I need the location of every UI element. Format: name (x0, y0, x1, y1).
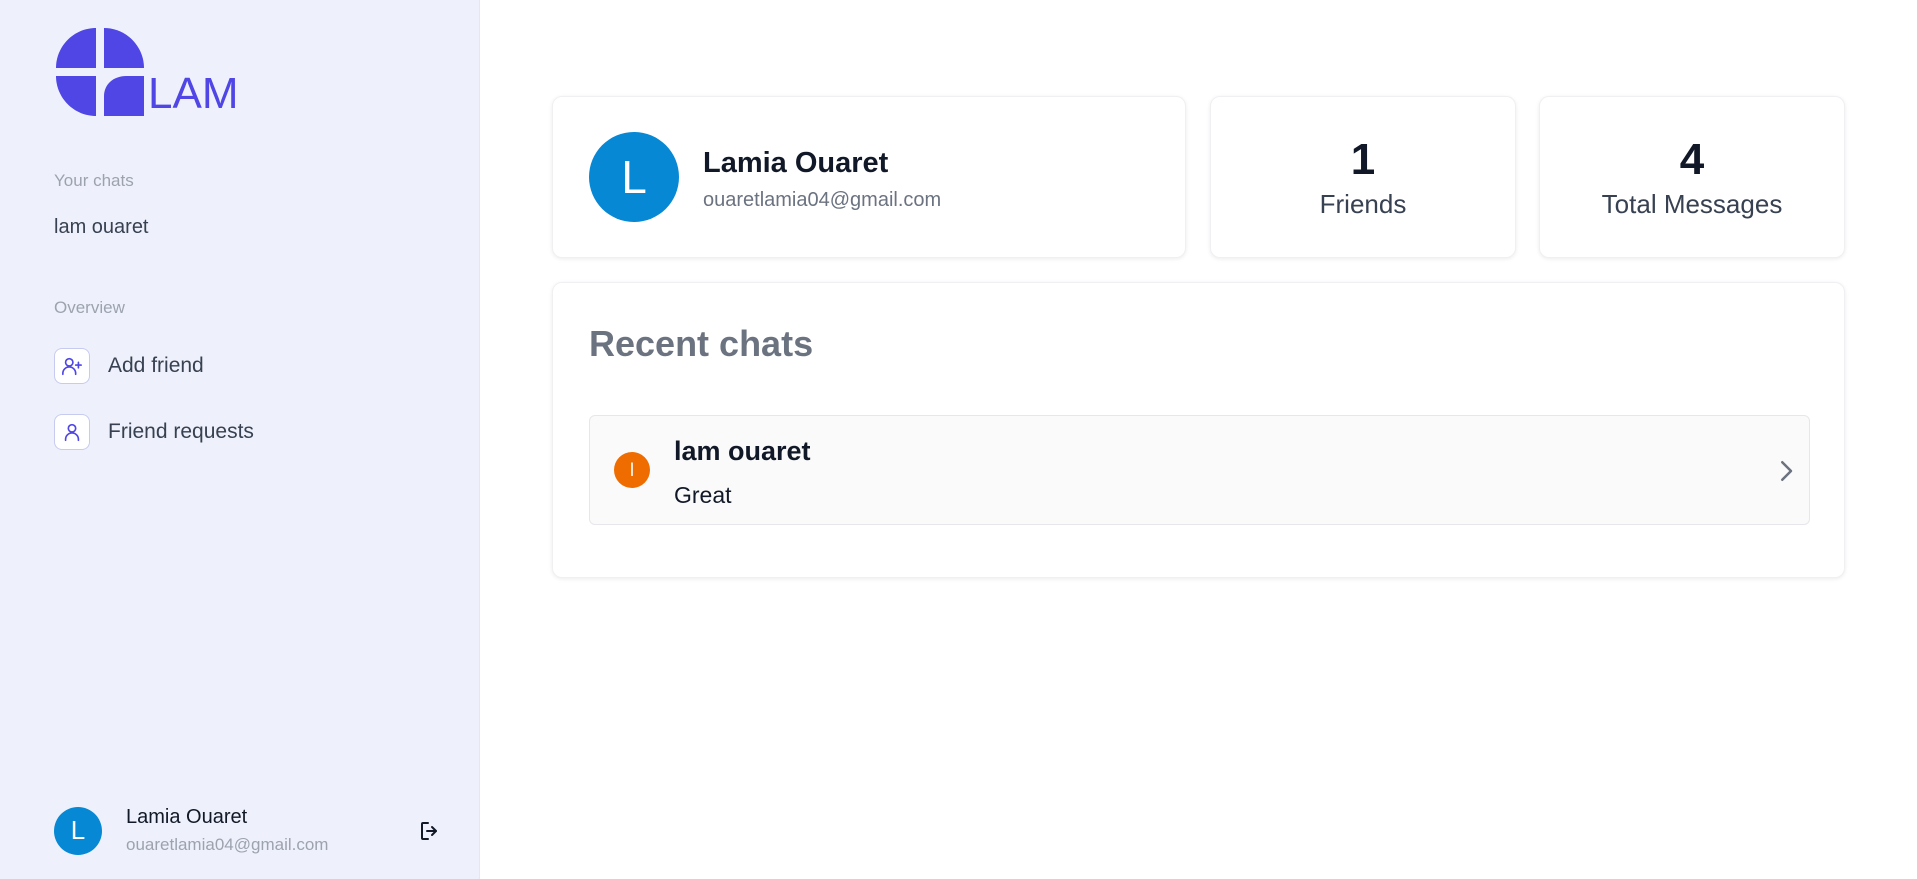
profile-email: ouaretlamia04@gmail.com (703, 189, 942, 211)
avatar: L (589, 132, 679, 222)
sidebar-chat-lam-ouaret[interactable]: lam ouaret (54, 216, 149, 239)
chevron-right-icon (1771, 456, 1801, 491)
user-icon (54, 414, 90, 450)
logout-button[interactable] (418, 819, 442, 848)
messages-stat-card: 4 Total Messages (1539, 96, 1845, 258)
user-name: Lamia Ouaret (126, 806, 248, 828)
sidebar-item-label: Add friend (108, 354, 204, 377)
friends-count: 1 (1350, 135, 1376, 184)
friends-label: Friends (1319, 189, 1407, 219)
sidebar: LAM Your chats lam ouaret Overview Add f… (0, 0, 480, 879)
friends-stat-card: 1 Friends (1210, 96, 1516, 258)
overview-label: Overview (54, 298, 125, 317)
user-plus-icon (54, 348, 90, 384)
avatar: l (614, 452, 650, 488)
chat-last-message: Great (674, 482, 732, 508)
logout-icon (421, 822, 437, 840)
messages-count: 4 (1679, 135, 1705, 184)
sidebar-item-label: Friend requests (108, 420, 254, 443)
profile-name: Lamia Ouaret (703, 147, 889, 179)
recent-chats-title: Recent chats (589, 323, 814, 364)
avatar: L (54, 806, 102, 855)
sidebar-item-add-friend[interactable]: Add friend (54, 348, 204, 384)
user-email: ouaretlamia04@gmail.com (126, 835, 329, 854)
recent-chats-card: Recent chats l lam ouaret Great (552, 282, 1845, 578)
your-chats-label: Your chats (54, 171, 134, 190)
logo-text: LAM (148, 69, 239, 118)
logo[interactable]: LAM (54, 26, 238, 118)
current-user: L Lamia Ouaret ouaretlamia04@gmail.com (54, 806, 328, 855)
chat-name: lam ouaret (674, 436, 811, 466)
messages-label: Total Messages (1601, 189, 1783, 219)
list-item[interactable]: l lam ouaret Great (589, 415, 1810, 525)
profile-card: L Lamia Ouaret ouaretlamia04@gmail.com (552, 96, 1186, 258)
logo-mark-icon (56, 28, 144, 116)
sidebar-item-friend-requests[interactable]: Friend requests (54, 414, 254, 450)
